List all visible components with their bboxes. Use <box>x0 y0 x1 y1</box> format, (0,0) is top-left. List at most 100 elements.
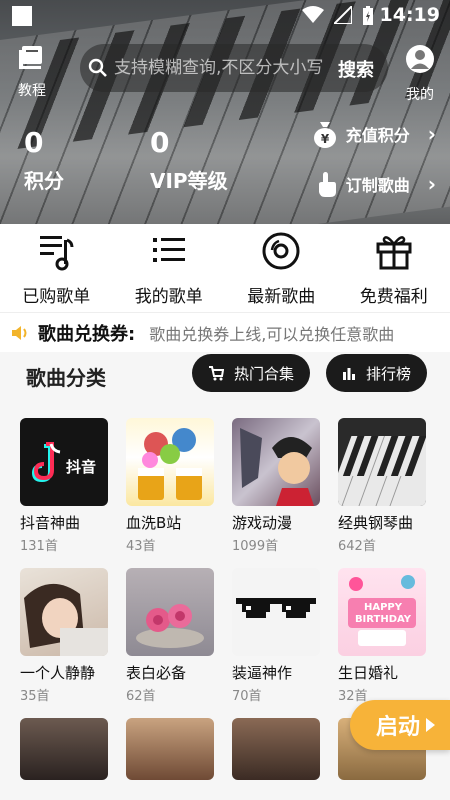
custom-song-label: 订制歌曲 <box>345 176 410 195</box>
category-card-douyin[interactable]: 抖音 抖音神曲 131首 <box>20 418 110 554</box>
category-name: 血洗B站 <box>126 514 182 532</box>
song-count: 642首 <box>338 539 376 554</box>
search-icon <box>88 58 107 77</box>
roses-image <box>136 604 204 648</box>
category-thumbnail: HAPPY BIRTHDAY <box>338 568 426 656</box>
quick-nav: 已购歌单 我的歌单 最新歌曲 免费福利 <box>0 224 450 312</box>
song-count: 70首 <box>232 689 262 704</box>
category-thumbnail <box>126 418 214 506</box>
recharge-points-link[interactable]: ¥ 充值积分 › <box>312 120 436 148</box>
cart-icon <box>209 366 224 381</box>
category-thumbnail <box>126 718 214 780</box>
announcement-title: 歌曲兑换券: <box>38 323 136 345</box>
tutorial-button[interactable]: 教程 <box>14 44 50 100</box>
profile-button[interactable]: 我的 <box>402 44 438 104</box>
clock: 14:19 <box>379 4 440 26</box>
quick-nav-label: 最新歌曲 <box>247 287 316 307</box>
gift-icon <box>376 236 412 270</box>
custom-song-link[interactable]: 订制歌曲 › <box>316 170 436 198</box>
category-thumbnail <box>232 418 320 506</box>
category-name: 装逼神作 <box>232 664 293 682</box>
vip-value: 0 <box>150 126 170 159</box>
thumb-caption: 抖音 <box>66 458 97 476</box>
section-title: 歌曲分类 <box>26 366 106 390</box>
quick-nav-new-songs[interactable]: 最新歌曲 <box>225 224 338 312</box>
start-label: 启动 <box>376 715 421 740</box>
chevron-right-icon: › <box>427 172 436 196</box>
piano-keys-image <box>338 436 426 506</box>
announcement-bar[interactable]: 歌曲兑换券: 歌曲兑换券上线,可以兑换任意歌曲 <box>0 312 450 352</box>
category-name: 抖音神曲 <box>20 514 81 532</box>
points-value: 0 <box>24 126 44 159</box>
speaker-icon <box>12 325 27 340</box>
category-thumbnail <box>20 718 108 780</box>
category-name: 表白必备 <box>126 664 187 682</box>
category-name: 游戏动漫 <box>232 514 293 532</box>
chevron-right-icon: › <box>427 122 436 146</box>
points-stat[interactable]: 0 积分 <box>24 126 64 194</box>
book-icon <box>19 46 42 69</box>
category-card-bilibili[interactable]: 血洗B站 43首 <box>126 418 216 554</box>
play-triangle-icon <box>426 718 436 732</box>
category-thumbnail <box>126 568 214 656</box>
vip-stat[interactable]: 0 VIP等级 <box>150 126 228 194</box>
search-button[interactable]: 搜索 <box>338 56 374 82</box>
disc-icon <box>262 232 300 270</box>
quick-nav-label: 我的歌单 <box>134 287 203 307</box>
category-name: 经典钢琴曲 <box>338 514 414 532</box>
ranking-button[interactable]: 排行榜 <box>326 354 428 392</box>
category-card[interactable] <box>232 718 322 780</box>
category-thumbnail: 抖音 <box>20 418 108 506</box>
song-count: 43首 <box>126 539 156 554</box>
bar-chart-icon <box>343 368 355 380</box>
category-card-confession[interactable]: 表白必备 62首 <box>126 568 216 704</box>
category-card-games-anime[interactable]: 游戏动漫 1099首 <box>232 418 322 554</box>
notification-icon <box>12 6 32 26</box>
category-thumbnail <box>20 568 108 656</box>
pixel-sunglasses-icon <box>236 598 316 618</box>
category-name: 一个人静静 <box>20 664 96 682</box>
quick-nav-my-playlists[interactable]: 我的歌单 <box>113 224 226 312</box>
category-card-birthday-wedding[interactable]: HAPPY BIRTHDAY 生日婚礼 32首 <box>338 568 428 704</box>
ranking-label: 排行榜 <box>366 364 412 383</box>
search-bar: 搜索 <box>80 44 388 92</box>
svg-text:¥: ¥ <box>321 132 330 146</box>
song-count: 131首 <box>20 539 58 554</box>
anime-characters-image <box>240 428 314 506</box>
announcement-text: 歌曲兑换券上线,可以兑换任意歌曲 <box>149 324 395 344</box>
category-card-swag[interactable]: 装逼神作 70首 <box>232 568 322 704</box>
list-icon <box>152 238 185 262</box>
anime-beer-image <box>138 428 202 500</box>
profile-label: 我的 <box>406 87 434 103</box>
category-card-alone[interactable]: 一个人静静 35首 <box>20 568 110 704</box>
quick-nav-label: 已购歌单 <box>22 287 91 307</box>
quick-nav-purchased-playlists[interactable]: 已购歌单 <box>0 224 113 312</box>
category-thumbnail <box>338 418 426 506</box>
recharge-points-label: 充值积分 <box>345 126 410 145</box>
hot-collections-button[interactable]: 热门合集 <box>192 354 311 392</box>
quick-nav-free-gifts[interactable]: 免费福利 <box>338 224 450 312</box>
thumb-caption: HAPPY BIRTHDAY <box>354 602 412 625</box>
category-card-piano[interactable]: 经典钢琴曲 642首 <box>338 418 428 554</box>
user-avatar-icon <box>406 45 434 73</box>
song-count: 1099首 <box>232 539 279 554</box>
start-button[interactable]: 启动 <box>350 700 450 750</box>
hand-pointer-icon <box>318 172 336 197</box>
song-count: 62首 <box>126 689 156 704</box>
tutorial-label: 教程 <box>18 83 46 99</box>
category-name: 生日婚礼 <box>338 664 399 682</box>
wifi-icon <box>302 6 324 23</box>
category-thumbnail <box>232 718 320 780</box>
search-input[interactable] <box>114 52 324 84</box>
vip-label: VIP等级 <box>150 169 228 193</box>
category-card[interactable] <box>126 718 216 780</box>
music-list-icon <box>40 236 74 271</box>
category-card[interactable] <box>20 718 110 780</box>
girl-portrait-image <box>24 583 108 656</box>
money-bag-icon: ¥ <box>313 122 336 148</box>
category-thumbnail <box>232 568 320 656</box>
song-count: 35首 <box>20 689 50 704</box>
quick-nav-label: 免费福利 <box>359 287 428 307</box>
signal-icon <box>334 6 352 24</box>
status-bar: 14:19 <box>0 0 450 30</box>
